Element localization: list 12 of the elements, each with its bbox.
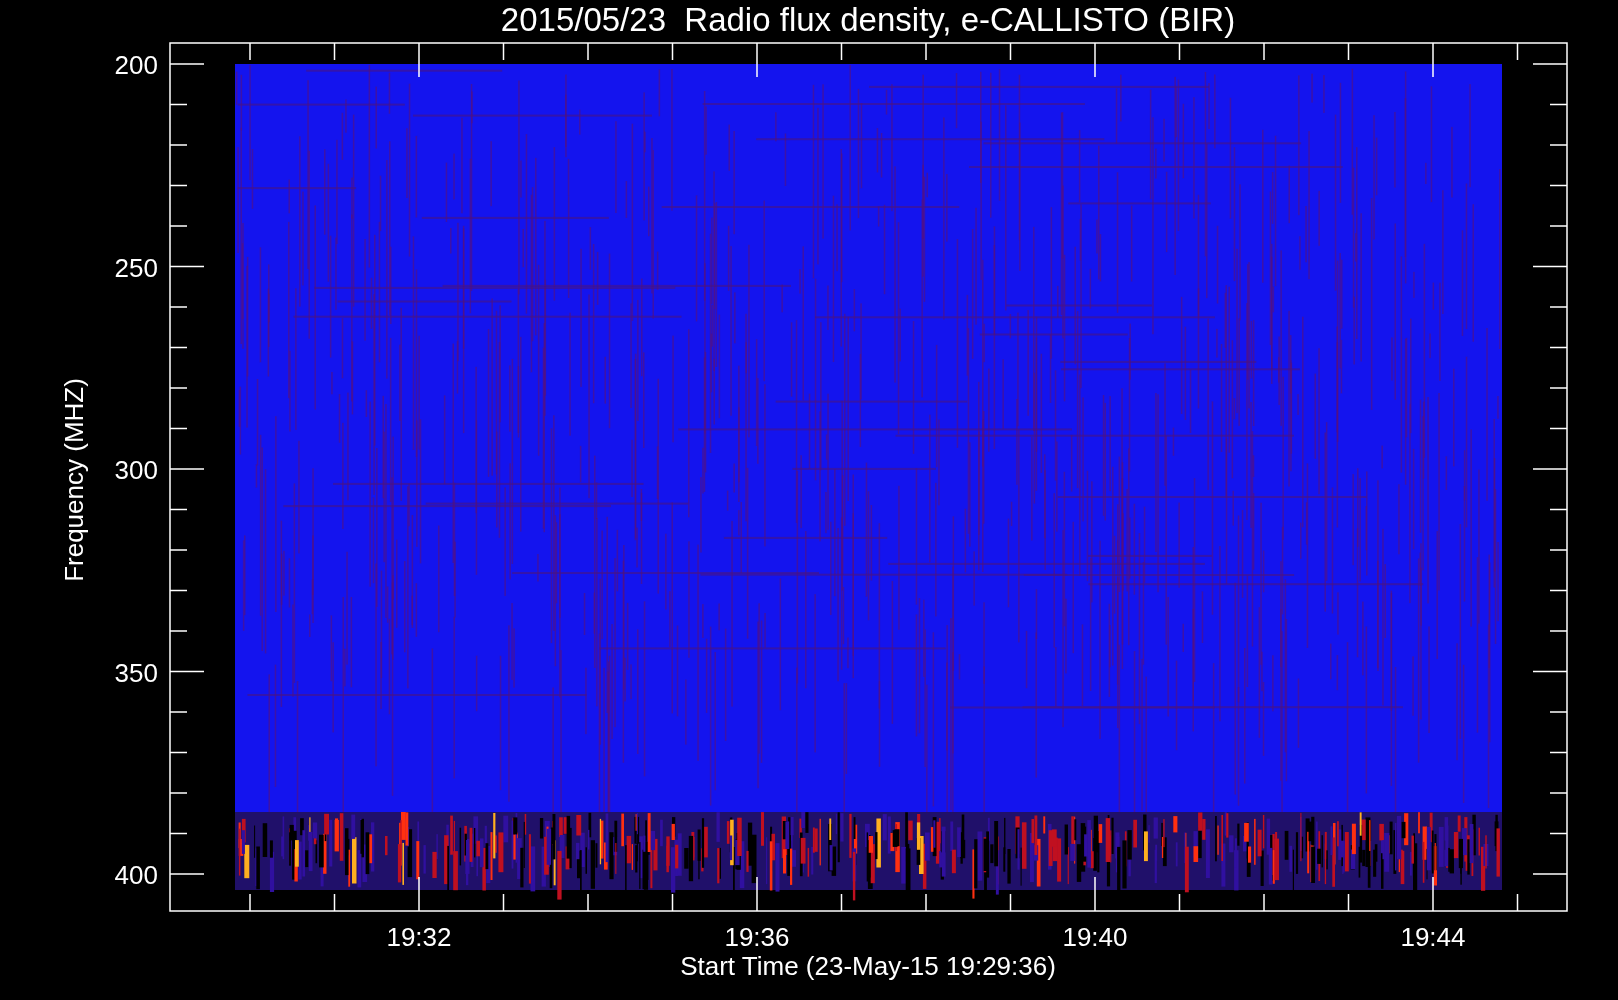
x-tick-label: 19:32 (386, 922, 452, 952)
y-tick-label: 300 (114, 455, 158, 485)
y-axis-label: Frequency (MHZ) (59, 378, 89, 582)
y-tick-label: 250 (114, 252, 158, 283)
y-tick-label: 350 (114, 657, 158, 688)
x-tick-label: 19:44 (1400, 922, 1466, 952)
x-tick-label: 19:40 (1062, 922, 1128, 952)
x-tick-label: 19:36 (724, 922, 790, 952)
y-tick-label: 200 (114, 50, 158, 80)
y-tick-label: 400 (114, 860, 158, 890)
plot-title: 2015/05/23 Radio flux density, e-CALLISTO (BIR) (500, 1, 1236, 38)
x-axis-label: Start Time (23-May-15 19:29:36) (680, 951, 1056, 981)
